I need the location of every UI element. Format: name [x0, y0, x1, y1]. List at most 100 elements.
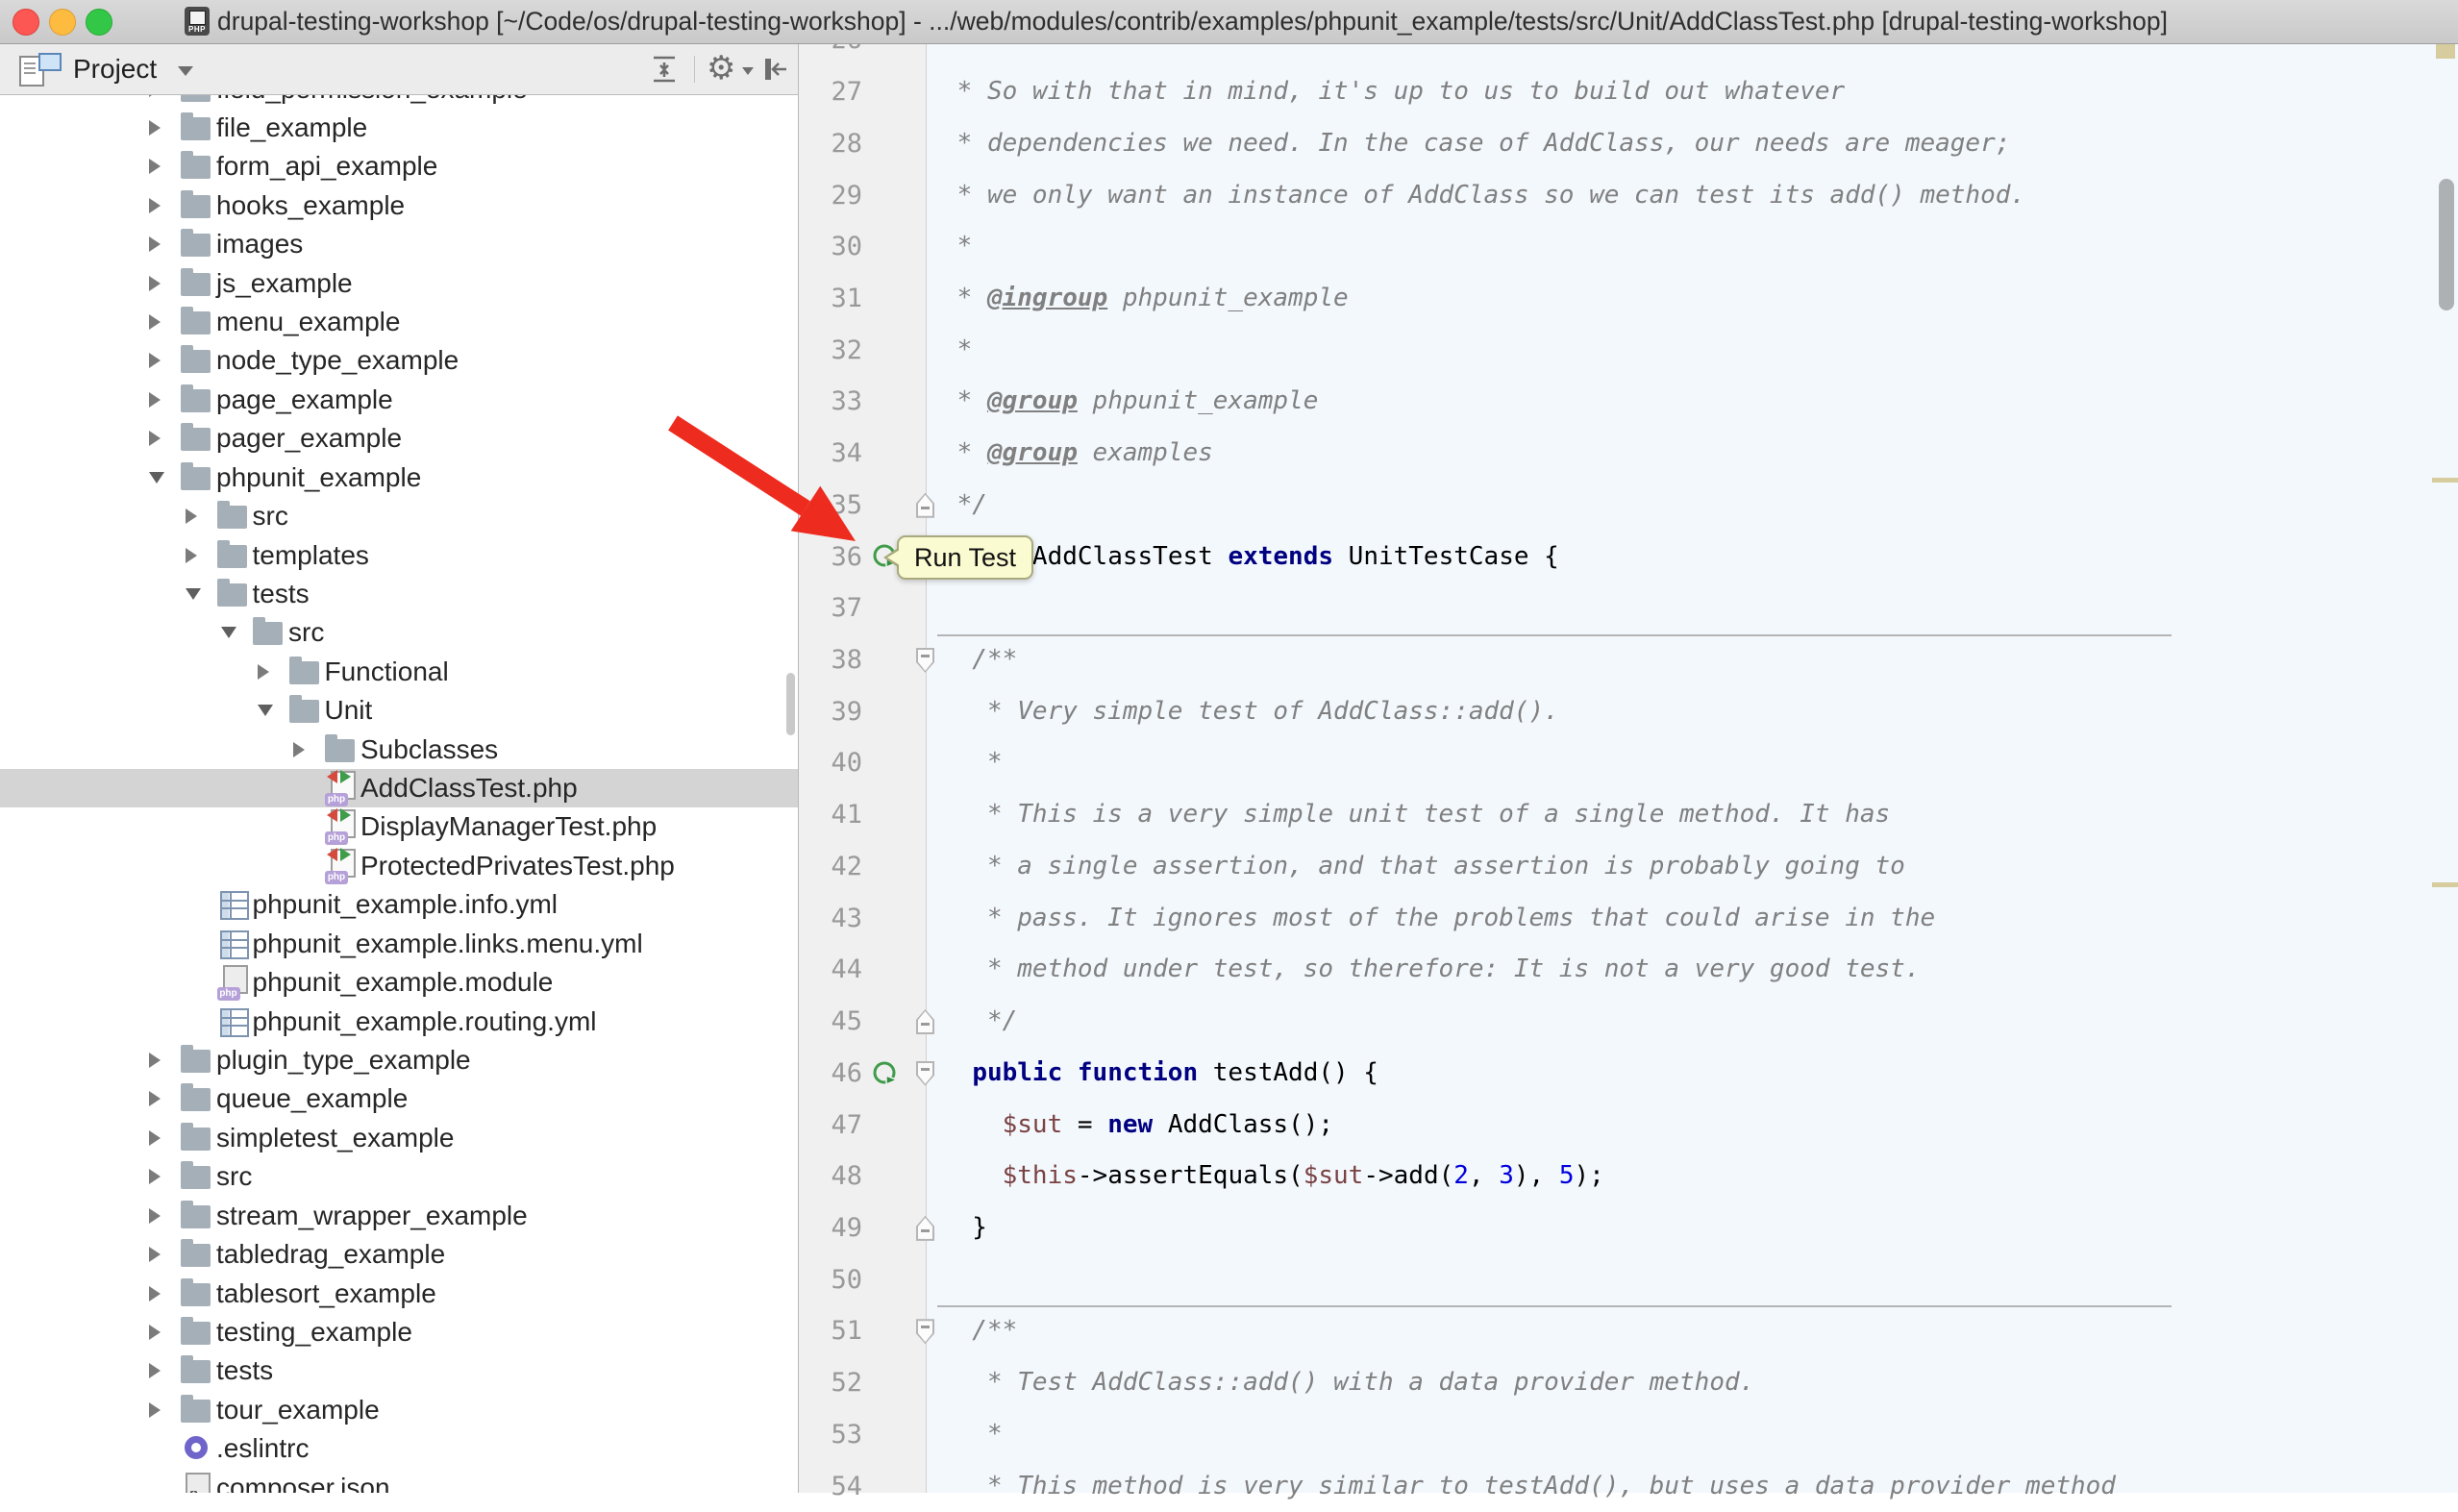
code-line: * This method is very similar to testAdd…: [942, 1461, 2116, 1512]
chevron-collapsed-icon[interactable]: [149, 392, 161, 408]
chevron-collapsed-icon[interactable]: [149, 314, 161, 330]
chevron-collapsed-icon[interactable]: [149, 1208, 161, 1224]
chevron-collapsed-icon[interactable]: [149, 236, 161, 252]
chevron-collapsed-icon[interactable]: [149, 1053, 161, 1068]
fold-end-icon[interactable]: [916, 1009, 934, 1034]
folder-icon: [181, 342, 215, 379]
settings-gear-icon[interactable]: ⚙: [707, 49, 745, 80]
chevron-collapsed-icon[interactable]: [186, 548, 197, 563]
chevron-collapsed-icon[interactable]: [186, 508, 197, 524]
tree-row[interactable]: phpAddClassTest.php: [0, 769, 798, 807]
code-line: class AddClassTest extends UnitTestCase …: [942, 532, 1559, 583]
folder-icon: [181, 1198, 215, 1234]
chevron-collapsed-icon[interactable]: [149, 431, 161, 446]
tree-row[interactable]: tests: [0, 575, 798, 613]
code-line: /**: [942, 634, 1017, 686]
tree-item-label: form_api_example: [216, 147, 437, 186]
tree-row[interactable]: page_example: [0, 381, 798, 419]
project-panel-title[interactable]: Project: [73, 43, 157, 94]
chevron-collapsed-icon[interactable]: [149, 1402, 161, 1418]
chevron-collapsed-icon[interactable]: [149, 159, 161, 174]
chevron-collapsed-icon[interactable]: [149, 353, 161, 368]
chevron-expanded-icon[interactable]: [149, 472, 164, 483]
collapse-all-icon[interactable]: [649, 54, 680, 85]
chevron-collapsed-icon[interactable]: [149, 1363, 161, 1378]
tree-row[interactable]: phpunit_example.routing.yml: [0, 1002, 798, 1040]
line-number: 47: [799, 1100, 862, 1152]
tree-row[interactable]: phpunit_example: [0, 459, 798, 497]
zoom-window-icon[interactable]: [86, 9, 112, 36]
fold-start-icon[interactable]: [916, 648, 934, 673]
line-number: 34: [799, 428, 862, 480]
tree-row[interactable]: .eslintrc: [0, 1429, 798, 1468]
chevron-collapsed-icon[interactable]: [149, 1247, 161, 1262]
tree-row[interactable]: Unit: [0, 691, 798, 730]
chevron-collapsed-icon[interactable]: [149, 1286, 161, 1301]
tree-row[interactable]: phpunit_example.links.menu.yml: [0, 925, 798, 963]
chevron-collapsed-icon[interactable]: [149, 1091, 161, 1106]
tree-row[interactable]: composer.json: [0, 1468, 798, 1493]
fold-start-icon[interactable]: [916, 1061, 934, 1086]
chevron-expanded-icon[interactable]: [221, 627, 236, 638]
folder-icon: [181, 1314, 215, 1351]
tree-row[interactable]: file_example: [0, 109, 798, 147]
minimize-window-icon[interactable]: [49, 9, 76, 36]
tree-row[interactable]: queue_example: [0, 1079, 798, 1118]
close-window-icon[interactable]: [12, 9, 39, 36]
chevron-collapsed-icon[interactable]: [149, 198, 161, 213]
chevron-collapsed-icon[interactable]: [293, 742, 305, 757]
fold-start-icon[interactable]: [916, 1319, 934, 1344]
tree-item-label: testing_example: [216, 1313, 412, 1351]
chevron-collapsed-icon[interactable]: [149, 120, 161, 136]
code-line: */: [942, 480, 987, 532]
titlebar[interactable]: PHP drupal-testing-workshop [~/Code/os/d…: [0, 0, 2458, 44]
fold-end-icon[interactable]: [916, 1216, 934, 1241]
tree-scrollbar-thumb[interactable]: [786, 673, 795, 735]
chevron-collapsed-icon[interactable]: [149, 276, 161, 291]
gear-dropdown-caret-icon[interactable]: [742, 67, 754, 75]
tree-row[interactable]: simpletest_example: [0, 1119, 798, 1157]
tree-row[interactable]: plugin_type_example: [0, 1041, 798, 1079]
chevron-collapsed-icon[interactable]: [149, 1130, 161, 1146]
tree-row[interactable]: templates: [0, 535, 798, 574]
tree-row[interactable]: Subclasses: [0, 730, 798, 768]
fold-end-icon[interactable]: [916, 493, 934, 518]
tree-item-label: Subclasses: [360, 730, 498, 768]
line-number: 46: [799, 1048, 862, 1100]
tree-row[interactable]: tablesort_example: [0, 1274, 798, 1312]
tree-row[interactable]: stream_wrapper_example: [0, 1196, 798, 1234]
tree-row[interactable]: node_type_example: [0, 341, 798, 380]
tree-row[interactable]: src: [0, 1157, 798, 1196]
tree-row[interactable]: src: [0, 613, 798, 652]
tree-row[interactable]: js_example: [0, 263, 798, 302]
chevron-collapsed-icon[interactable]: [149, 1325, 161, 1340]
tree-row[interactable]: menu_example: [0, 303, 798, 341]
tree-row[interactable]: form_api_example: [0, 147, 798, 186]
tree-row[interactable]: phpDisplayManagerTest.php: [0, 807, 798, 846]
tree-row[interactable]: testing_example: [0, 1313, 798, 1351]
code-line: * pass. It ignores most of the problems …: [942, 893, 1935, 945]
tree-row[interactable]: images: [0, 225, 798, 263]
editor-scrollbar-thumb[interactable]: [2439, 179, 2454, 310]
run-test-gutter-icon[interactable]: [871, 1059, 900, 1088]
project-tree[interactable]: field_permission_examplefile_exampleform…: [0, 43, 798, 1493]
chevron-collapsed-icon[interactable]: [149, 1169, 161, 1184]
tree-row[interactable]: tour_example: [0, 1391, 798, 1429]
tree-row[interactable]: phpunit_example.info.yml: [0, 885, 798, 924]
chevron-collapsed-icon[interactable]: [258, 664, 269, 680]
tree-row[interactable]: src: [0, 497, 798, 535]
tree-row[interactable]: tabledrag_example: [0, 1235, 798, 1274]
tree-row[interactable]: pager_example: [0, 419, 798, 458]
tree-row[interactable]: hooks_example: [0, 186, 798, 225]
tree-row[interactable]: tests: [0, 1351, 798, 1390]
tree-row[interactable]: phpProtectedPrivatesTest.php: [0, 847, 798, 885]
chevron-expanded-icon[interactable]: [258, 705, 273, 716]
chevron-expanded-icon[interactable]: [186, 588, 201, 600]
tree-item-label: simpletest_example: [216, 1119, 454, 1157]
hide-panel-icon[interactable]: [759, 54, 790, 85]
chevron-down-icon[interactable]: [178, 66, 193, 76]
code-editor[interactable]: 2627282930313233343536373839404142434445…: [799, 43, 2458, 1493]
tree-row[interactable]: phpphpunit_example.module: [0, 963, 798, 1002]
tree-row[interactable]: Functional: [0, 653, 798, 691]
json-file-icon: [181, 1470, 215, 1493]
